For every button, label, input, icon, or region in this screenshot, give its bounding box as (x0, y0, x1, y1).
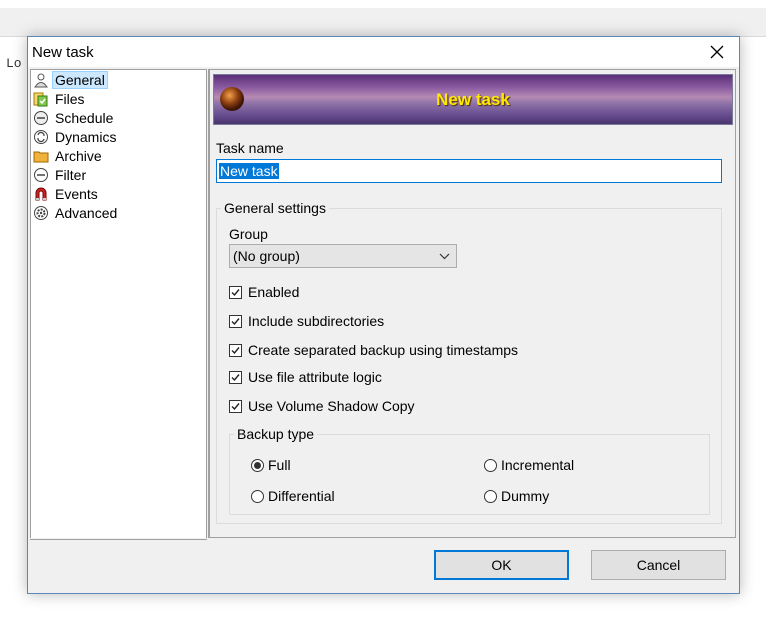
timestamps-backup-row[interactable]: Create separated backup using timestamps (229, 342, 518, 358)
gear-icon (33, 205, 49, 221)
volume-shadow-copy-label: Use Volume Shadow Copy (248, 398, 415, 414)
file-attribute-logic-label: Use file attribute logic (248, 369, 382, 385)
radio-full[interactable] (251, 458, 264, 472)
enabled-label: Enabled (248, 284, 300, 300)
close-icon (710, 45, 724, 59)
sidebar-item-label: Advanced (55, 204, 118, 221)
task-name-label: Task name (216, 140, 284, 156)
radio-incremental-label: Incremental (501, 457, 575, 473)
file-attribute-logic-checkbox[interactable] (229, 370, 242, 384)
radio-incremental-row[interactable]: Incremental (484, 457, 574, 473)
sidebar-item-archive[interactable]: Archive (31, 146, 206, 165)
archive-icon (33, 148, 49, 164)
radio-incremental[interactable] (484, 458, 497, 472)
sidebar-item-label: Filter (55, 166, 87, 183)
sidebar-item-filter[interactable]: Filter (31, 165, 206, 184)
sidebar-item-label: General (52, 70, 108, 89)
timestamps-backup-checkbox[interactable] (229, 343, 242, 357)
magnet-icon (33, 186, 49, 202)
sidebar-item-label: Schedule (55, 109, 114, 126)
timestamps-backup-label: Create separated backup using timestamps (248, 342, 519, 358)
footer-separator (28, 538, 739, 539)
radio-full-label: Full (268, 457, 291, 473)
person-icon (33, 72, 49, 88)
group-label: Group (229, 226, 268, 242)
chevron-down-icon (439, 253, 450, 260)
backup-type-title: Backup type (234, 426, 318, 442)
ok-button[interactable]: OK (434, 550, 569, 580)
sidebar-item-schedule[interactable]: Schedule (31, 108, 206, 127)
sidebar-item-label: Files (55, 90, 85, 107)
radio-dummy-row[interactable]: Dummy (484, 488, 549, 504)
checkmark-icon (231, 346, 240, 354)
checkmark-icon (231, 402, 240, 410)
checkmark-icon (231, 317, 240, 325)
enabled-checkbox-row[interactable]: Enabled (229, 284, 299, 300)
banner-title: New task (436, 90, 510, 109)
files-icon (33, 91, 49, 107)
include-subdirectories-checkbox[interactable] (229, 314, 242, 328)
task-name-input[interactable]: New task (216, 159, 722, 183)
radio-differential-row[interactable]: Differential (251, 488, 335, 504)
task-name-value: New task (219, 163, 279, 179)
group-dropdown[interactable]: (No group) (229, 244, 457, 268)
schedule-icon (33, 110, 49, 126)
checkmark-icon (231, 373, 240, 381)
volume-shadow-copy-checkbox[interactable] (229, 399, 242, 413)
cancel-button-label: Cancel (636, 557, 681, 573)
sidebar-item-label: Archive (55, 147, 102, 164)
sidebar-item-files[interactable]: Files (31, 89, 206, 108)
filter-icon (33, 167, 49, 183)
background-toolbar (0, 8, 766, 37)
include-subdirectories-row[interactable]: Include subdirectories (229, 313, 384, 329)
include-subdirectories-label: Include subdirectories (248, 313, 385, 329)
radio-full-row[interactable]: Full (251, 457, 291, 473)
sidebar-tree[interactable]: General Files Schedule Dynamics Archive (30, 69, 207, 540)
close-button[interactable] (695, 37, 739, 67)
dynamics-icon (33, 129, 49, 145)
radio-differential[interactable] (251, 489, 264, 503)
enabled-checkbox[interactable] (229, 285, 242, 299)
ok-button-label: OK (491, 557, 512, 573)
sidebar-item-label: Events (55, 185, 98, 202)
file-attribute-logic-row[interactable]: Use file attribute logic (229, 369, 382, 385)
cancel-button[interactable]: Cancel (591, 550, 726, 580)
general-settings-title: General settings (221, 200, 329, 216)
dialog-title: New task (32, 44, 94, 61)
group-dropdown-value: (No group) (233, 248, 300, 264)
volume-shadow-copy-row[interactable]: Use Volume Shadow Copy (229, 398, 415, 414)
sidebar-item-label: Dynamics (55, 128, 117, 145)
sidebar-item-general[interactable]: General (31, 70, 206, 89)
sidebar-item-events[interactable]: Events (31, 184, 206, 203)
header-banner: New task (213, 74, 733, 125)
background-log-text: Lo (6, 56, 22, 71)
radio-dummy-label: Dummy (501, 488, 550, 504)
title-bar[interactable]: New task (28, 37, 739, 67)
sidebar-item-dynamics[interactable]: Dynamics (31, 127, 206, 146)
checkmark-icon (231, 288, 240, 296)
sidebar-item-advanced[interactable]: Advanced (31, 203, 206, 222)
radio-dummy[interactable] (484, 489, 497, 503)
radio-differential-label: Differential (268, 488, 335, 504)
